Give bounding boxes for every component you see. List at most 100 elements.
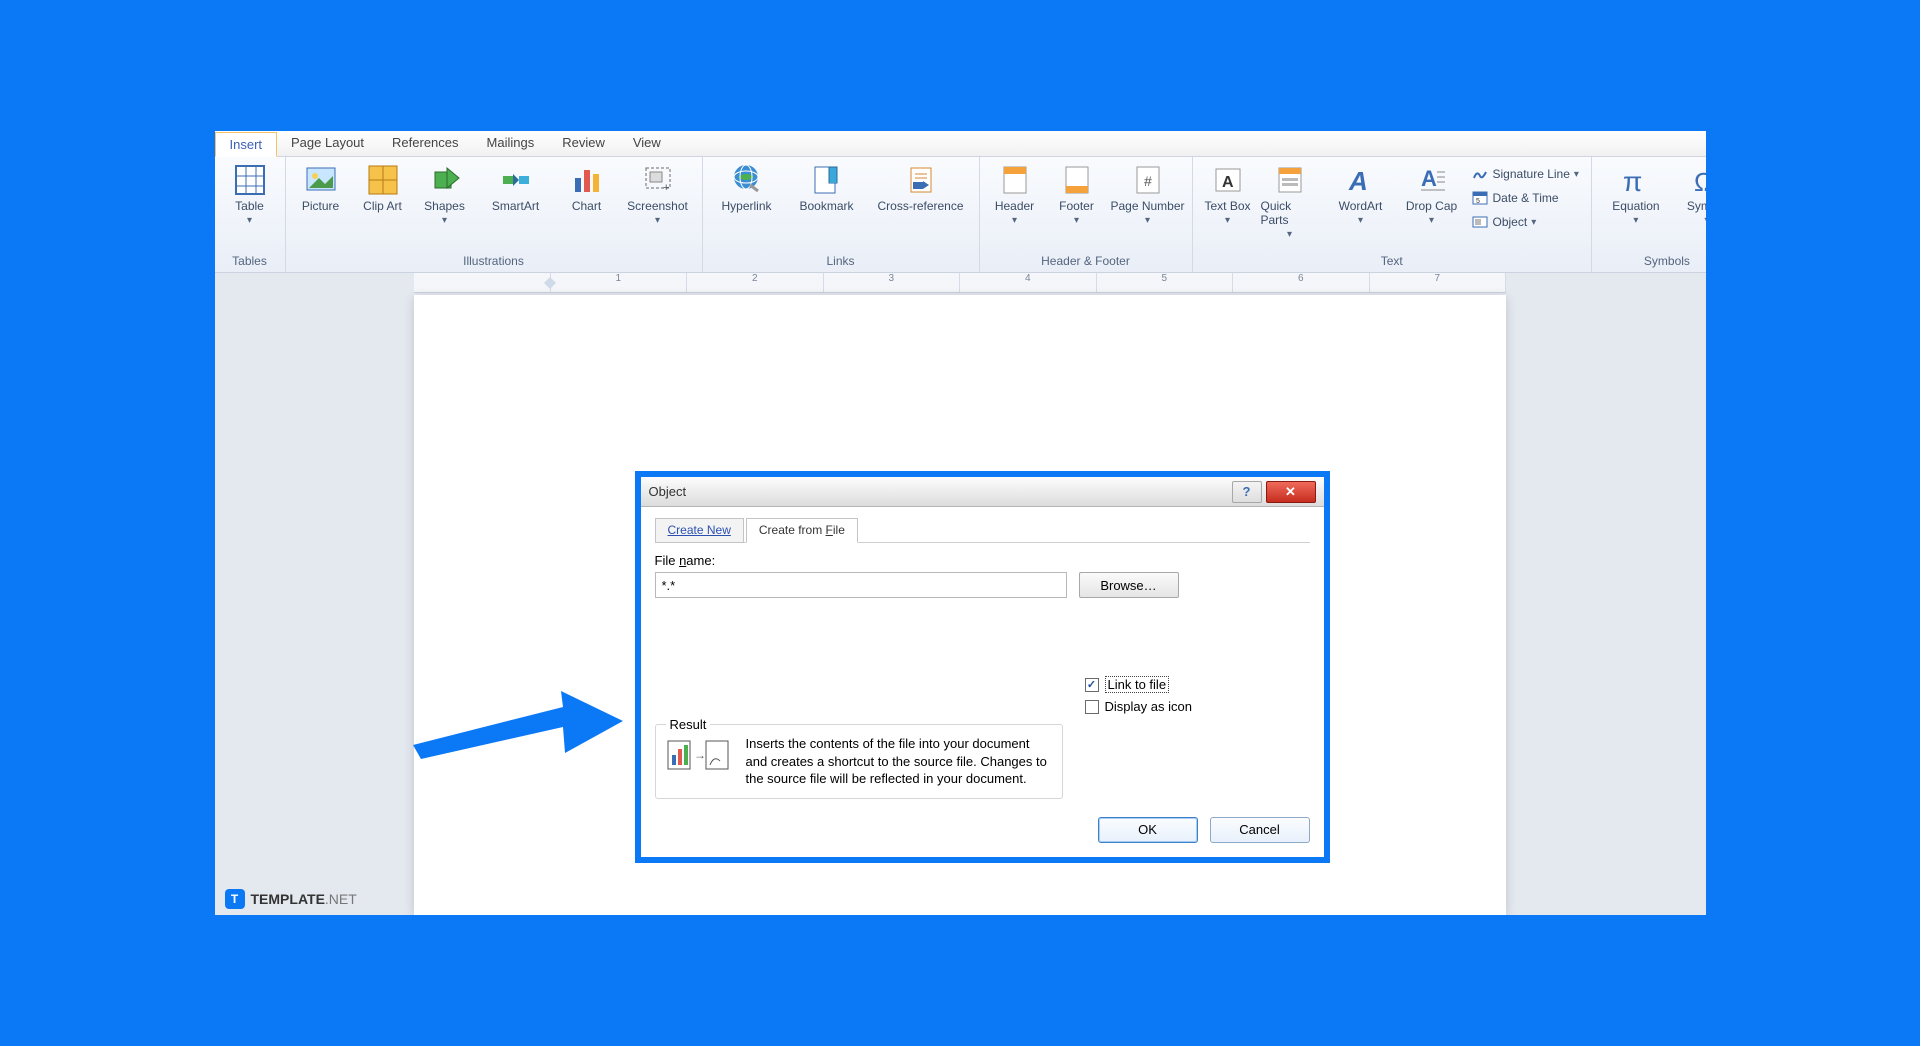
tab-create-from-file-label: Create from File	[759, 523, 845, 537]
textbox-label: Text Box	[1204, 199, 1250, 213]
crossref-button[interactable]: Cross-reference	[869, 161, 973, 215]
help-button[interactable]: ?	[1232, 481, 1262, 503]
quickparts-label: Quick Parts	[1261, 199, 1319, 227]
chart-label: Chart	[572, 199, 601, 213]
display-as-icon-label: Display as icon	[1105, 699, 1192, 714]
signature-icon	[1471, 165, 1489, 183]
object-label: Object	[1493, 215, 1528, 229]
smartart-icon	[499, 163, 533, 197]
equation-button[interactable]: πEquation▾	[1598, 161, 1674, 228]
chart-icon	[570, 163, 604, 197]
hyperlink-button[interactable]: Hyperlink	[709, 161, 785, 215]
tab-mailings[interactable]: Mailings	[473, 131, 549, 156]
shapes-button[interactable]: Shapes ▾	[416, 161, 474, 228]
crossref-icon	[904, 163, 938, 197]
display-as-icon-checkbox[interactable]: Display as icon	[1085, 699, 1310, 714]
picture-label: Picture	[302, 199, 339, 213]
clipart-label: Clip Art	[363, 199, 402, 213]
chevron-down-icon: ▾	[442, 215, 447, 226]
pagenumber-label: Page Number	[1110, 199, 1184, 213]
result-icon: →	[666, 735, 734, 775]
tab-insert[interactable]: Insert	[215, 132, 278, 157]
ruler-mark: 7	[1370, 273, 1507, 292]
group-symbols-label: Symbols	[1598, 254, 1720, 272]
quickparts-button[interactable]: Quick Parts ▾	[1261, 161, 1319, 242]
tab-references[interactable]: References	[378, 131, 472, 156]
chevron-down-icon: ▾	[655, 215, 660, 226]
smartart-button[interactable]: SmartArt	[478, 161, 554, 215]
ruler-mark: 3	[824, 273, 961, 292]
chevron-down-icon: ▾	[1704, 215, 1709, 226]
ribbon: Table ▾ Tables Picture Clip Art Shapes▾ …	[215, 157, 1706, 273]
textbox-button[interactable]: AText Box▾	[1199, 161, 1257, 228]
clipart-button[interactable]: Clip Art	[354, 161, 412, 215]
symbol-icon: Ω	[1690, 163, 1720, 197]
picture-button[interactable]: Picture	[292, 161, 350, 215]
object-dialog: Object ? ✕ Create New Create from File F…	[635, 471, 1330, 863]
result-text: Inserts the contents of the file into yo…	[746, 735, 1052, 788]
object-icon	[1471, 213, 1489, 231]
svg-text:A: A	[1421, 166, 1437, 191]
picture-icon	[304, 163, 338, 197]
shapes-icon	[428, 163, 462, 197]
browse-button[interactable]: Browse…	[1079, 572, 1179, 598]
chevron-down-icon: ▾	[1012, 215, 1017, 226]
chart-button[interactable]: Chart	[558, 161, 616, 215]
wordart-icon: A	[1344, 163, 1378, 197]
tab-view[interactable]: View	[619, 131, 675, 156]
smartart-label: SmartArt	[492, 199, 539, 213]
ribbon-group-tables: Table ▾ Tables	[215, 157, 286, 272]
footer-button[interactable]: Footer▾	[1048, 161, 1106, 228]
checkbox-checked-icon	[1085, 678, 1099, 692]
ok-button[interactable]: OK	[1098, 817, 1198, 843]
signature-label: Signature Line	[1493, 167, 1570, 181]
hyperlink-icon	[730, 163, 764, 197]
dialog-title: Object	[649, 484, 687, 499]
chevron-down-icon: ▾	[1531, 217, 1536, 228]
filename-label: File name:	[655, 553, 1310, 568]
svg-text:5: 5	[1476, 198, 1480, 205]
dialog-titlebar[interactable]: Object ? ✕	[641, 477, 1324, 507]
chevron-down-icon: ▾	[1287, 229, 1292, 240]
header-icon	[998, 163, 1032, 197]
pagenumber-button[interactable]: #Page Number▾	[1110, 161, 1186, 228]
shapes-label: Shapes	[424, 199, 465, 213]
signature-button[interactable]: Signature Line ▾	[1465, 163, 1585, 185]
annotation-arrow-icon	[413, 685, 623, 769]
group-illustrations-label: Illustrations	[292, 254, 696, 272]
tab-create-from-file[interactable]: Create from File	[746, 518, 858, 543]
chevron-down-icon: ▾	[1358, 215, 1363, 226]
datetime-button[interactable]: 5Date & Time	[1465, 187, 1585, 209]
pagenumber-icon: #	[1131, 163, 1165, 197]
svg-text:+: +	[663, 182, 669, 194]
clipart-icon	[366, 163, 400, 197]
bookmark-button[interactable]: Bookmark	[789, 161, 865, 215]
close-button[interactable]: ✕	[1266, 481, 1316, 503]
tab-create-new-label: Create New	[668, 523, 731, 537]
chevron-down-icon: ▾	[1074, 215, 1079, 226]
filename-input[interactable]	[655, 572, 1067, 598]
chevron-down-icon: ▾	[1574, 169, 1579, 180]
textbox-icon: A	[1211, 163, 1245, 197]
table-button[interactable]: Table ▾	[221, 161, 279, 228]
wordart-button[interactable]: AWordArt▾	[1323, 161, 1399, 228]
symbol-button[interactable]: ΩSymbol▾	[1678, 161, 1720, 228]
link-to-file-checkbox[interactable]: Link to file	[1085, 676, 1310, 693]
screenshot-icon: +	[641, 163, 675, 197]
object-button[interactable]: Object▾	[1465, 211, 1585, 233]
hyperlink-label: Hyperlink	[721, 199, 771, 213]
screenshot-button[interactable]: +Screenshot▾	[620, 161, 696, 228]
header-button[interactable]: Header▾	[986, 161, 1044, 228]
ribbon-group-symbols: πEquation▾ ΩSymbol▾ Symbols	[1592, 157, 1720, 272]
ribbon-group-links: Hyperlink Bookmark Cross-reference Links	[703, 157, 980, 272]
equation-label: Equation	[1612, 199, 1659, 213]
tab-page-layout[interactable]: Page Layout	[277, 131, 378, 156]
cancel-button[interactable]: Cancel	[1210, 817, 1310, 843]
tab-review[interactable]: Review	[548, 131, 619, 156]
tab-create-new[interactable]: Create New	[655, 518, 744, 543]
dropcap-button[interactable]: ADrop Cap▾	[1403, 161, 1461, 228]
svg-text:→: →	[694, 748, 706, 762]
group-headerfooter-label: Header & Footer	[986, 254, 1186, 272]
table-icon	[233, 163, 267, 197]
ruler-mark: 4	[960, 273, 1097, 292]
